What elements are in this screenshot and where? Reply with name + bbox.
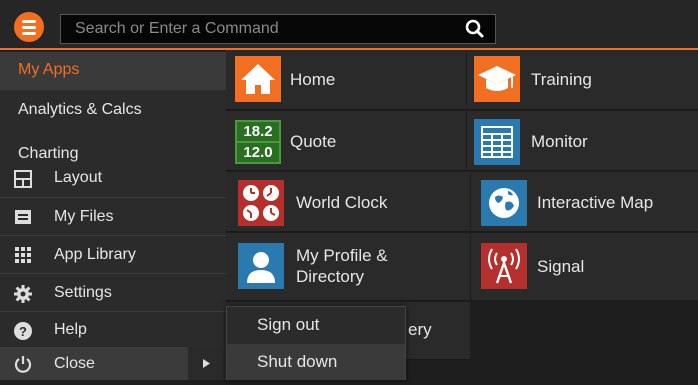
app-menu-logo-icon[interactable]	[14, 12, 44, 42]
menu-label: My Files	[54, 208, 114, 225]
menu-label: App Library	[54, 246, 136, 263]
menu-label: Help	[54, 321, 87, 338]
world-clock-icon	[238, 180, 284, 226]
menu-layout[interactable]: Layout	[0, 160, 226, 196]
chevron-right-icon	[203, 359, 210, 368]
option-label: Shut down	[257, 352, 338, 371]
menu-settings[interactable]: Settings	[0, 273, 226, 311]
training-icon	[474, 56, 520, 102]
app-home[interactable]: Home	[226, 50, 466, 110]
app-signal[interactable]: Signal	[471, 233, 698, 301]
left-menu: My Apps Analytics & Calcs Charting Layou…	[0, 52, 226, 380]
menu-app-library[interactable]: App Library	[0, 235, 226, 273]
app-library-icon	[12, 244, 34, 266]
power-icon	[12, 353, 34, 375]
app-label: Interactive Map	[537, 193, 654, 212]
globe-icon	[481, 180, 527, 226]
close-submenu-arrow[interactable]	[188, 347, 226, 380]
profile-icon	[238, 243, 284, 289]
app-label: Directory	[296, 267, 365, 286]
home-icon	[235, 56, 281, 102]
app-label: Home	[290, 70, 336, 89]
app-my-profile-directory[interactable]: My Profile & Directory	[226, 233, 470, 301]
search-input[interactable]	[61, 15, 465, 43]
app-label: Training	[531, 70, 592, 89]
menu-my-files[interactable]: My Files	[0, 197, 226, 235]
app-interactive-map[interactable]: Interactive Map	[471, 172, 698, 232]
shut-down-option[interactable]: Shut down	[227, 344, 405, 380]
search-icon[interactable]	[455, 15, 495, 43]
top-bar	[0, 0, 698, 50]
close-submenu: Sign out Shut down	[226, 306, 406, 380]
menu-label: My Apps	[18, 61, 80, 78]
menu-label: Analytics & Calcs	[18, 101, 142, 118]
app-label: My Profile &	[296, 246, 388, 265]
app-label: Monitor	[531, 132, 588, 151]
files-icon	[12, 206, 34, 228]
menu-help[interactable]: ? Help	[0, 311, 226, 348]
help-icon: ?	[12, 320, 34, 342]
command-search	[60, 14, 496, 44]
app-monitor[interactable]: Monitor	[467, 111, 698, 171]
app-label: Quote	[290, 132, 337, 151]
menu-label: Settings	[54, 284, 112, 301]
app-training[interactable]: Training	[467, 50, 698, 110]
menu-analytics-calcs[interactable]: Analytics & Calcs	[0, 90, 226, 130]
sign-out-option[interactable]: Sign out	[227, 307, 405, 343]
option-label: Sign out	[257, 315, 320, 334]
app-world-clock[interactable]: World Clock	[226, 172, 470, 232]
signal-icon	[481, 243, 527, 289]
app-label: World Clock	[296, 193, 388, 212]
quote-icon: 18.2 12.0	[235, 120, 281, 164]
monitor-icon	[474, 119, 520, 165]
app-label: ery	[408, 320, 432, 339]
layout-icon	[12, 168, 34, 190]
gear-icon	[12, 283, 34, 305]
quote-icon-text: 18.2	[237, 122, 279, 141]
menu-label: Close	[54, 355, 95, 372]
menu-label: Layout	[54, 169, 103, 186]
quote-icon-text: 12.0	[237, 143, 279, 162]
svg-text:?: ?	[19, 324, 27, 339]
menu-my-apps[interactable]: My Apps	[0, 52, 226, 90]
menu-close[interactable]: Close	[0, 347, 226, 380]
app-quote[interactable]: 18.2 12.0 Quote	[226, 111, 466, 171]
app-label: Signal	[537, 257, 585, 276]
